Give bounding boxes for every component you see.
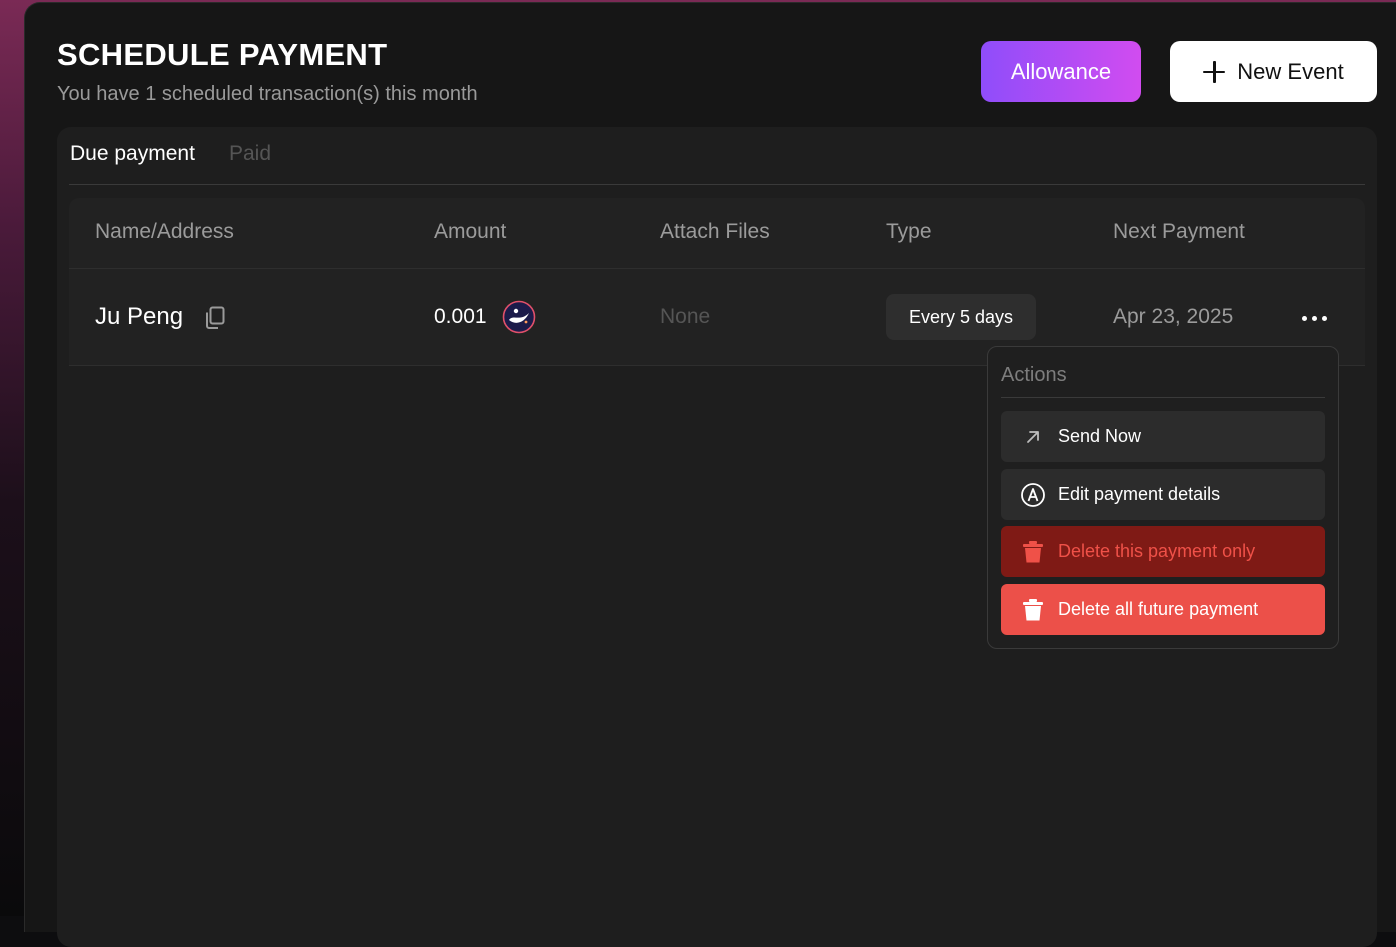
token-icon (502, 300, 536, 334)
new-event-button-label: New Event (1237, 58, 1344, 84)
menu-item-delete-all-future[interactable]: Delete all future payment (1001, 584, 1325, 635)
column-header-attach-files: Attach Files (660, 220, 770, 243)
column-header-next-payment: Next Payment (1113, 220, 1245, 243)
menu-item-label: Edit payment details (1058, 484, 1221, 504)
column-header-amount: Amount (434, 220, 507, 243)
menu-item-edit-payment[interactable]: Edit payment details (1001, 469, 1325, 520)
menu-item-label: Delete all future payment (1058, 599, 1259, 619)
row-attach-files: None (660, 305, 711, 328)
tab-due-payment[interactable]: Due payment (70, 142, 195, 166)
page-title: SCHEDULE PAYMENT (57, 37, 388, 72)
allowance-button-label: Allowance (1010, 58, 1112, 84)
arrow-up-right-icon (1020, 424, 1046, 450)
plus-icon (1203, 60, 1226, 83)
menu-item-label: Delete this payment only (1058, 541, 1256, 561)
actions-menu-title: Actions (1001, 364, 1067, 386)
trash-icon (1020, 539, 1046, 565)
tab-paid[interactable]: Paid (229, 142, 271, 166)
menu-item-delete-this-payment[interactable]: Delete this payment only (1001, 526, 1325, 577)
tab-divider (69, 184, 1365, 185)
row-type-badge: Every 5 days (886, 294, 1036, 340)
table-header-divider (69, 268, 1365, 269)
menu-item-send-now[interactable]: Send Now (1001, 411, 1325, 462)
row-amount: 0.001 (434, 305, 487, 328)
column-header-name: Name/Address (95, 220, 234, 243)
row-name: Ju Peng (95, 303, 184, 330)
allowance-button[interactable]: Allowance (981, 41, 1141, 102)
actions-menu-divider (1001, 397, 1325, 398)
column-header-type: Type (886, 220, 932, 243)
trash-icon (1020, 597, 1046, 623)
menu-item-label: Send Now (1058, 426, 1142, 446)
copy-icon[interactable] (204, 306, 226, 330)
edit-circle-icon (1020, 482, 1046, 508)
new-event-button[interactable]: New Event (1170, 41, 1377, 102)
row-next-payment: Apr 23, 2025 (1113, 305, 1234, 328)
page-subtitle: You have 1 scheduled transaction(s) this… (57, 83, 478, 105)
more-options-icon[interactable] (1302, 311, 1332, 325)
